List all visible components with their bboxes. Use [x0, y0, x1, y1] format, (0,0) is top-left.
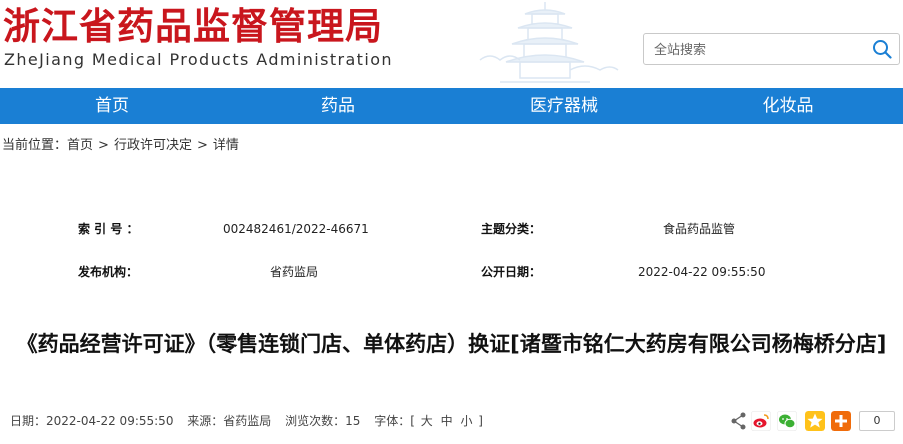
nav-item-medical-devices[interactable]: 医疗器械	[504, 88, 624, 124]
article-source: 来源：省药监局	[187, 414, 272, 428]
nav-item-home[interactable]: 首页	[62, 88, 162, 124]
share-count: 0	[859, 411, 895, 431]
font-size-medium-button[interactable]: 中	[441, 414, 453, 428]
meta-date-value: 2022-04-22 09:55:50	[638, 265, 766, 279]
more-share-icon[interactable]	[831, 411, 851, 431]
site-title[interactable]: 浙江省药品监督管理局	[3, 4, 383, 48]
font-size-label-end: ]	[478, 414, 483, 428]
meta-date-label: 公开日期：	[481, 265, 542, 279]
nav-item-drugs[interactable]: 药品	[288, 88, 388, 124]
publish-date: 日期：2022-04-22 09:55:50	[10, 414, 174, 428]
main-nav: 首页 药品 医疗器械 化妆品	[0, 88, 903, 124]
font-size-label: 字体：[	[374, 414, 415, 428]
site-header: 浙江省药品监督管理局 ZheJiang Medical Products Adm…	[0, 0, 903, 88]
breadcrumb-license-link[interactable]: 行政许可决定	[114, 138, 192, 153]
meta-index-value: 002482461/2022-46671	[223, 222, 369, 236]
article-title: 《药品经营许可证》（零售连锁门店、单体药店）换证[诸暨市铭仁大药房有限公司杨梅桥…	[16, 332, 887, 356]
font-size-large-button[interactable]: 大	[421, 414, 433, 428]
breadcrumb-separator: >	[196, 138, 208, 153]
font-size-small-button[interactable]: 小	[460, 414, 472, 428]
wechat-share-icon[interactable]	[777, 411, 797, 431]
breadcrumb-prefix: 当前位置：	[2, 138, 68, 153]
font-size-control: 字体：[ 大 中 小 ]	[374, 414, 483, 428]
meta-index-label: 索 引 号 ：	[78, 222, 139, 236]
meta-issuer-value: 省药监局	[270, 265, 319, 279]
search-box	[643, 33, 900, 65]
site-subtitle: ZheJiang Medical Products Administration	[4, 50, 393, 69]
pagoda-watermark-icon	[479, 2, 619, 83]
article-info-bar: 日期：2022-04-22 09:55:50 来源：省药监局 浏览次数：15 字…	[10, 413, 483, 429]
meta-issuer-label: 发布机构：	[78, 265, 139, 279]
meta-topic-value: 食品药品监管	[663, 222, 736, 236]
breadcrumb: 当前位置：首页 > 行政许可决定 > 详情	[2, 137, 239, 155]
nav-item-cosmetics[interactable]: 化妆品	[738, 88, 838, 124]
share-icon[interactable]	[729, 411, 749, 431]
view-count: 浏览次数：15	[285, 414, 361, 428]
breadcrumb-current: 详情	[212, 138, 239, 153]
qzone-share-icon[interactable]	[805, 411, 825, 431]
breadcrumb-separator: >	[98, 138, 109, 153]
breadcrumb-home-link[interactable]: 首页	[67, 138, 93, 153]
weibo-share-icon[interactable]	[751, 411, 771, 431]
search-icon[interactable]	[872, 39, 892, 59]
search-input[interactable]	[654, 40, 864, 60]
meta-topic-label: 主题分类：	[481, 222, 542, 236]
